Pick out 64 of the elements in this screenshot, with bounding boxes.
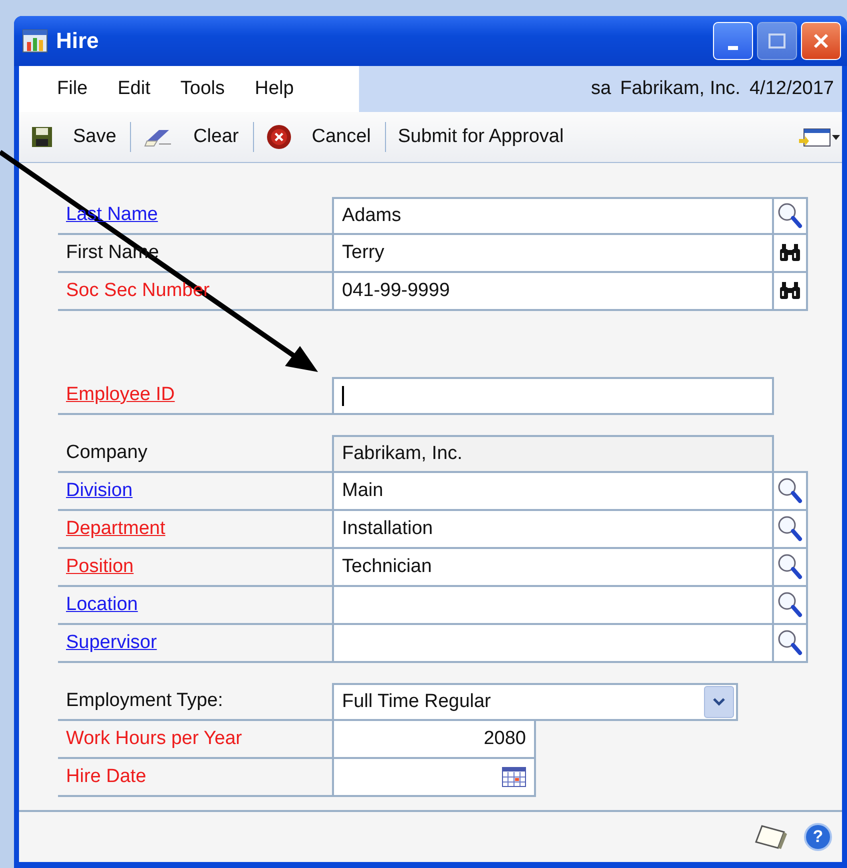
toolbar-button[interactable]: Submit for Approval — [394, 122, 576, 152]
close-button[interactable] — [801, 22, 841, 60]
date-field[interactable] — [332, 757, 536, 797]
input-field[interactable]: Main — [332, 471, 774, 511]
input-field[interactable]: 2080 — [332, 719, 536, 759]
lookup-button[interactable] — [774, 509, 808, 549]
lookup-button[interactable] — [774, 471, 808, 511]
note-icon[interactable] — [754, 823, 790, 851]
dropdown-arrow-button[interactable] — [704, 686, 734, 718]
lookup-button[interactable] — [774, 547, 808, 587]
cancel-button[interactable]: Cancel — [262, 120, 383, 154]
input-field[interactable] — [332, 623, 774, 663]
chevron-down-icon — [712, 697, 726, 707]
magnifier-icon — [777, 591, 803, 619]
binoculars-icon — [779, 243, 801, 263]
maximize-button[interactable] — [757, 22, 797, 60]
magnifier-icon — [777, 515, 803, 543]
field-link[interactable]: Supervisor — [66, 632, 157, 654]
user-name: sa — [591, 78, 612, 100]
clear-button[interactable]: Clear — [139, 122, 251, 152]
save-button[interactable]: Save — [27, 122, 128, 152]
field-label: Employment Type: — [66, 690, 224, 712]
input-field[interactable] — [332, 377, 774, 415]
field-link[interactable]: Department — [66, 518, 166, 540]
help-button[interactable]: ? — [804, 823, 832, 851]
company-name: Fabrikam, Inc. — [620, 78, 740, 100]
close-icon — [812, 32, 830, 50]
magnifier-icon — [777, 553, 803, 581]
binoculars-icon — [779, 281, 801, 301]
calendar-icon[interactable] — [502, 767, 526, 787]
binoculars-button[interactable] — [774, 233, 808, 273]
lookup-button[interactable] — [774, 197, 808, 235]
input-field[interactable]: Terry — [332, 233, 774, 273]
lookup-button[interactable] — [774, 585, 808, 625]
field-label: Work Hours per Year — [66, 728, 242, 750]
menu-item[interactable]: Edit — [118, 78, 150, 100]
minimize-icon — [728, 46, 738, 50]
menu-item[interactable]: Help — [254, 78, 294, 100]
minimize-button[interactable] — [713, 22, 753, 60]
user-date: 4/12/2017 — [749, 78, 834, 100]
maximize-icon — [768, 33, 786, 49]
field-link[interactable]: Location — [66, 594, 138, 616]
binoculars-button[interactable] — [774, 271, 808, 311]
window-title: Hire — [56, 28, 99, 54]
input-field[interactable]: Adams — [332, 197, 774, 235]
field-link[interactable]: Position — [66, 556, 134, 578]
field-label: Hire Date — [66, 766, 146, 788]
input-field[interactable]: Installation — [332, 509, 774, 549]
magnifier-icon — [777, 629, 803, 657]
magnifier-icon — [777, 202, 803, 230]
field-link[interactable]: Employee ID — [66, 384, 175, 406]
input-field[interactable]: 041-99-9999 — [332, 271, 774, 311]
menu-item[interactable]: Tools — [180, 78, 225, 100]
window-list-icon — [798, 126, 840, 148]
menu-item[interactable]: File — [57, 78, 88, 100]
dropdown-field[interactable]: Full Time Regular — [332, 683, 738, 721]
field-link[interactable]: Division — [66, 480, 133, 502]
chart-window-icon — [22, 29, 48, 53]
cancel-icon — [266, 124, 292, 150]
input-field[interactable]: Technician — [332, 547, 774, 587]
lookup-button[interactable] — [774, 623, 808, 663]
magnifier-icon — [777, 477, 803, 505]
field-label: Company — [66, 442, 148, 464]
input-field[interactable] — [332, 585, 774, 625]
